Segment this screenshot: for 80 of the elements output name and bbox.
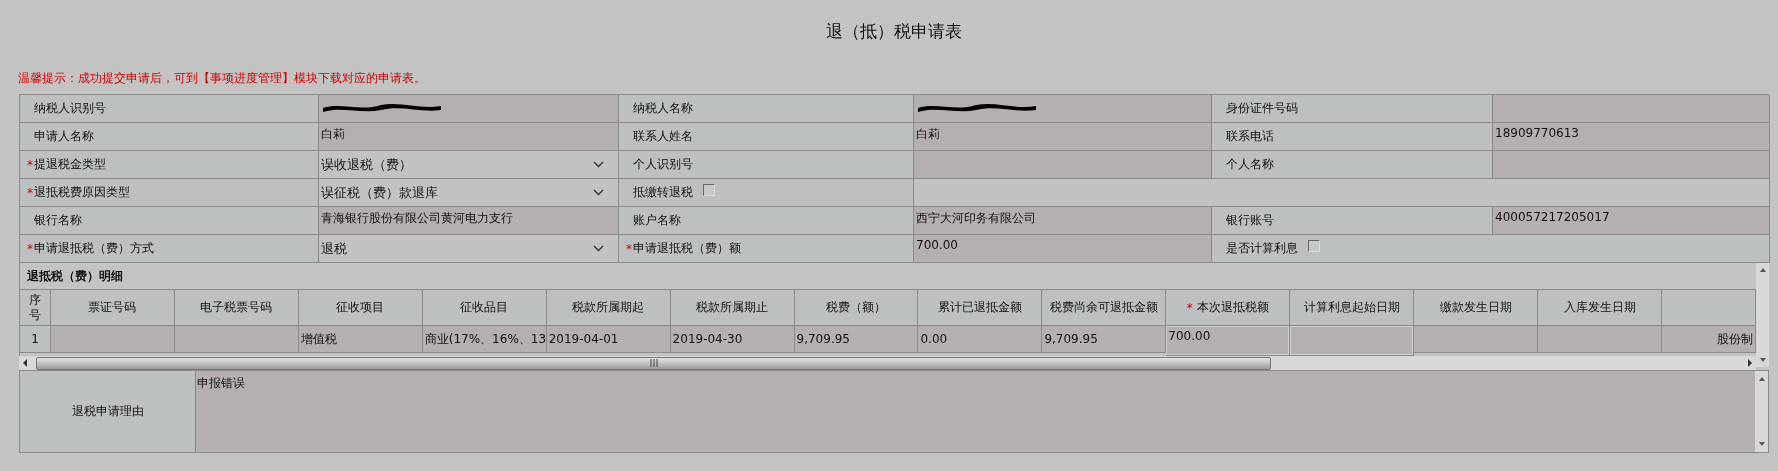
checkbox-label: 抵缴转退税 [633, 184, 693, 201]
readonly-field[interactable] [1493, 151, 1770, 179]
field-label: 申请退抵税（费）方式 [34, 240, 154, 257]
readonly-field[interactable]: 白莉 [319, 123, 619, 151]
scroll-up-icon[interactable] [1757, 266, 1768, 274]
field-label: 个人名称 [1226, 156, 1274, 173]
readonly-field[interactable] [319, 95, 619, 123]
input-field[interactable] [1290, 326, 1415, 356]
field-label: 银行名称 [34, 212, 82, 229]
field-label: 账户名称 [633, 212, 681, 229]
column-header: 入库发生日期 [1563, 299, 1636, 316]
select-field[interactable]: 退税 [319, 235, 619, 263]
required-mark: * [27, 185, 33, 200]
field-label: 纳税人识别号 [34, 100, 106, 117]
column-header: 电子税票号码 [200, 299, 273, 316]
column-header: 计算利息起始日期 [1303, 299, 1400, 316]
scroll-up-icon[interactable] [1756, 375, 1767, 383]
column-header: 征收品目 [460, 299, 509, 316]
column-header: 税款所属期起 [572, 299, 645, 316]
readonly-field[interactable]: 18909770613 [1493, 123, 1770, 151]
scroll-down-icon[interactable] [1757, 356, 1768, 364]
readonly-field[interactable]: 西宁大河印务有限公司 [914, 207, 1212, 235]
column-header: 税费（额） [826, 299, 886, 316]
table-cell: 股份制 [1662, 326, 1756, 353]
table-cell: 9,709.95 [1042, 326, 1167, 353]
required-mark: * [27, 241, 33, 256]
column-header: 缴款发生日期 [1439, 299, 1512, 316]
notice-text: 温馨提示：成功提交申请后，可到【事项进度管理】模块下载对应的申请表。 [18, 70, 427, 87]
caret-icon[interactable] [593, 245, 604, 252]
readonly-field[interactable]: 400057217205017 [1493, 207, 1770, 235]
field-label: 身份证件号码 [1226, 100, 1298, 117]
field-label: 申请人名称 [34, 128, 94, 145]
column-header: 票证号码 [88, 299, 137, 316]
column-header: 税款所属期止 [696, 299, 769, 316]
vertical-scrollbar[interactable] [1756, 263, 1769, 367]
column-header: 累计已退抵金额 [937, 299, 1022, 316]
table-cell: 0.00 [918, 326, 1043, 353]
readonly-field[interactable]: 白莉 [914, 123, 1212, 151]
field-label: 个人识别号 [633, 156, 693, 173]
readonly-field[interactable] [914, 151, 1212, 179]
grip-icon [648, 359, 659, 367]
readonly-field[interactable] [914, 95, 1212, 123]
table-cell: 2019-04-30 [670, 326, 795, 353]
field-label: 银行账号 [1226, 212, 1274, 229]
reason-textarea[interactable]: 申报错误 [196, 371, 1768, 452]
caret-icon[interactable] [593, 161, 604, 168]
field-label: 提退税金类型 [34, 156, 106, 173]
readonly-field[interactable] [1493, 95, 1770, 123]
table-cell: 增值税 [298, 326, 423, 353]
required-mark: * [626, 241, 632, 256]
table-cell: 1 [20, 326, 51, 353]
input-field[interactable]: 700.00 [1166, 326, 1291, 356]
readonly-field[interactable]: 青海银行股份有限公司黄河电力支行 [319, 207, 619, 235]
checkbox[interactable] [1308, 239, 1320, 252]
column-header: 序号 [29, 293, 41, 322]
caret-icon[interactable] [593, 189, 604, 196]
vertical-scrollbar[interactable] [1755, 371, 1768, 452]
field-label: 退抵税费原因类型 [34, 184, 130, 201]
form-title: 退（抵）税申请表 [825, 20, 963, 43]
field-label: 联系电话 [1226, 128, 1274, 145]
column-header: 本次退抵税额 [1196, 299, 1269, 316]
field-label: 退税申请理由 [20, 371, 196, 452]
table-cell: 2019-04-01 [546, 326, 671, 353]
horizontal-scrollbar[interactable] [19, 356, 1756, 370]
checkbox-label: 是否计算利息 [1226, 240, 1298, 257]
table-cell: 9,709.95 [794, 326, 919, 353]
readonly-field[interactable]: 700.00 [914, 235, 1212, 263]
field-label: 联系人姓名 [633, 128, 693, 145]
field-label: 申请退抵税（费）额 [633, 240, 741, 257]
table-cell: 商业(17%、16%、13 [422, 326, 547, 353]
scroll-down-icon[interactable] [1756, 440, 1767, 448]
column-header: 征收项目 [336, 299, 385, 316]
scrollbar-thumb[interactable] [36, 356, 1271, 370]
required-mark: * [1186, 300, 1193, 315]
required-mark: * [27, 157, 33, 172]
column-header: 税费尚余可退抵金额 [1049, 299, 1158, 316]
select-field[interactable]: 误收退税（费） [319, 151, 619, 179]
select-field[interactable]: 误征税（费）款退库 [319, 179, 619, 207]
field-label: 纳税人名称 [633, 100, 693, 117]
checkbox[interactable] [703, 183, 715, 196]
